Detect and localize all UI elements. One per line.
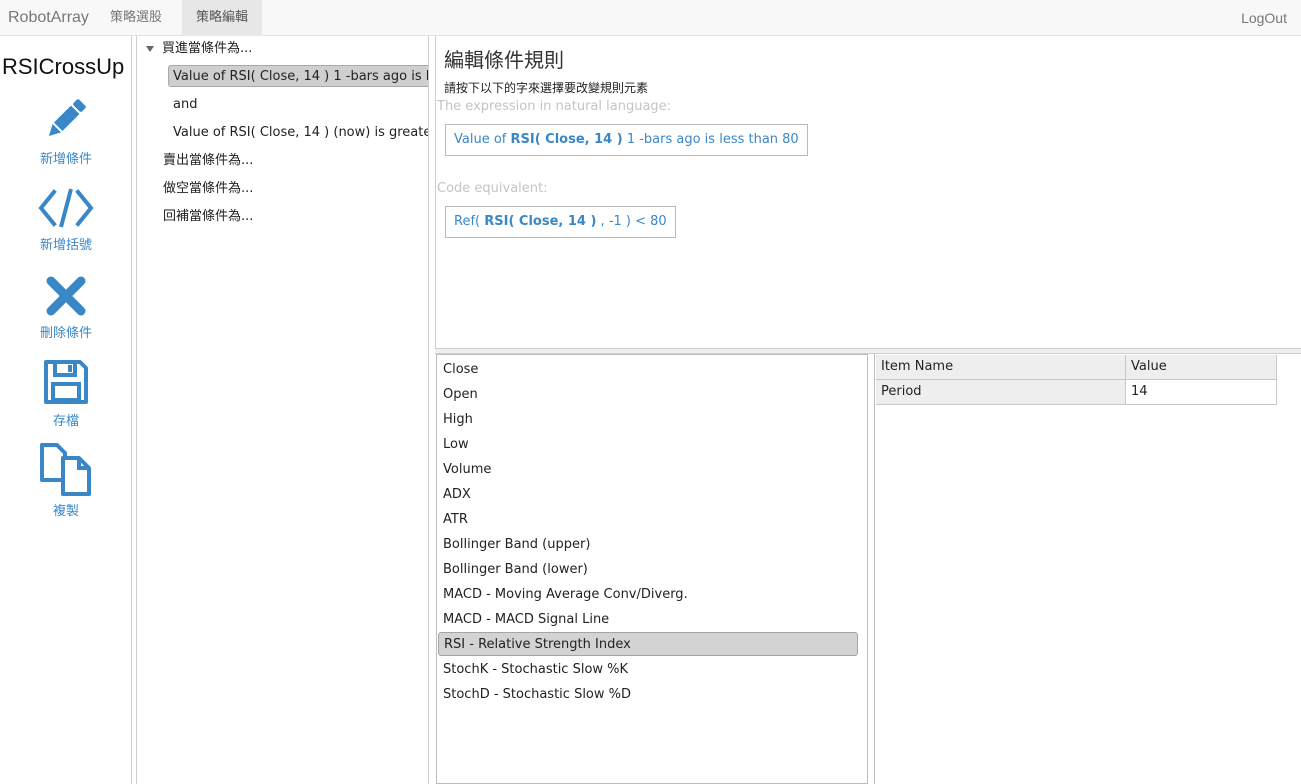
column-header-value[interactable]: Value — [1126, 355, 1277, 380]
natural-language-label: The expression in natural language: — [437, 99, 672, 114]
expanded-caret-icon[interactable] — [146, 45, 154, 52]
list-item[interactable]: StochD - Stochastic Slow %D — [438, 683, 858, 707]
delete-condition-button[interactable]: 刪除條件 — [0, 274, 132, 341]
list-item[interactable]: MACD - MACD Signal Line — [438, 608, 858, 632]
save-label: 存檔 — [52, 414, 79, 429]
tree-condition[interactable]: Value of RSI( Close, 14 ) (now) is great… — [173, 122, 428, 144]
list-item[interactable]: ADX — [438, 483, 858, 507]
column-header-item-name[interactable]: Item Name — [876, 355, 1126, 380]
list-item[interactable]: Open — [438, 383, 858, 407]
tree-group-buy-label: 買進當條件為... — [162, 41, 253, 56]
tree-group-cover[interactable]: 回補當條件為... — [163, 206, 253, 228]
list-item[interactable]: Volume — [438, 458, 858, 482]
tab-strategy-screener[interactable]: 策略選股 — [96, 0, 176, 36]
condition-tree: 買進當條件為... Value of RSI( Close, 14 ) 1 -b… — [137, 36, 429, 784]
list-item[interactable]: Low — [438, 433, 858, 457]
natural-language-expression[interactable]: Value of RSI( Close, 14 ) 1 -bars ago is… — [445, 124, 808, 156]
pencil-icon — [49, 99, 86, 136]
list-item[interactable]: MACD - Moving Average Conv/Diverg. — [438, 583, 858, 607]
list-item[interactable]: Close — [438, 358, 858, 382]
add-condition-label: 新增條件 — [39, 152, 92, 167]
expression-suffix[interactable]: 1 -bars ago is less than 80 — [623, 132, 799, 147]
copy-icon — [40, 443, 91, 496]
strategy-name: RSICrossUp — [2, 54, 125, 79]
indicator-list: Close Open High Low Volume ADX ATR Bolli… — [436, 354, 868, 784]
tab-strategy-editor[interactable]: 策略編輯 — [182, 0, 263, 36]
list-item[interactable]: Bollinger Band (lower) — [438, 558, 858, 582]
top-nav-bar: RobotArray 策略選股 策略編輯 LogOut — [0, 0, 1301, 36]
property-name-cell: Period — [876, 380, 1126, 405]
code-suffix[interactable]: , -1 ) < 80 — [596, 214, 667, 229]
tree-group-sell[interactable]: 賣出當條件為... — [163, 150, 253, 172]
expression-indicator-token[interactable]: RSI( Close, 14 ) — [511, 132, 623, 147]
logout-link[interactable]: LogOut — [1241, 0, 1287, 36]
tool-sidebar: RSICrossUp 新增條件 新增括號 刪除條件 存檔 複製 — [0, 36, 132, 784]
code-brackets-icon — [38, 188, 94, 228]
list-item[interactable]: ATR — [438, 508, 858, 532]
list-item[interactable]: High — [438, 408, 858, 432]
save-disk-icon — [44, 360, 88, 404]
copy-label: 複製 — [52, 504, 79, 519]
property-value-cell[interactable]: 14 — [1126, 380, 1277, 405]
property-grid: Item Name Value Period 14 — [874, 354, 1301, 784]
list-item[interactable]: StochK - Stochastic Slow %K — [438, 658, 858, 682]
save-button[interactable]: 存檔 — [0, 358, 132, 429]
expression-prefix: Value of — [454, 132, 511, 147]
editor-hint: 請按下以下的字來選擇要改變規則元素 — [444, 81, 649, 95]
copy-button[interactable]: 複製 — [0, 442, 132, 519]
add-bracket-button[interactable]: 新增括號 — [0, 186, 132, 253]
code-equivalent-label: Code equivalent: — [437, 181, 548, 196]
tree-condition-selected[interactable]: Value of RSI( Close, 14 ) 1 -bars ago is… — [168, 65, 428, 87]
delete-x-icon — [46, 276, 86, 316]
delete-condition-label: 刪除條件 — [39, 326, 92, 341]
tree-condition-operator[interactable]: and — [173, 94, 197, 116]
code-prefix: Ref( — [454, 214, 485, 229]
code-indicator-token[interactable]: RSI( Close, 14 ) — [484, 214, 596, 229]
tree-group-short[interactable]: 做空當條件為... — [163, 178, 253, 200]
code-equivalent-expression[interactable]: Ref( RSI( Close, 14 ) , -1 ) < 80 — [445, 206, 676, 238]
add-condition-button[interactable]: 新增條件 — [0, 94, 132, 167]
add-bracket-label: 新增括號 — [39, 238, 92, 253]
editor-title: 編輯條件規則 — [444, 48, 564, 72]
brand-logo[interactable]: RobotArray — [8, 0, 89, 36]
tree-group-buy[interactable]: 買進當條件為... — [146, 38, 252, 60]
list-item-selected[interactable]: RSI - Relative Strength Index — [438, 632, 858, 656]
list-item[interactable]: Bollinger Band (upper) — [438, 533, 858, 557]
rule-editor-panel: 編輯條件規則 請按下以下的字來選擇要改變規則元素 The expression … — [435, 36, 1301, 348]
